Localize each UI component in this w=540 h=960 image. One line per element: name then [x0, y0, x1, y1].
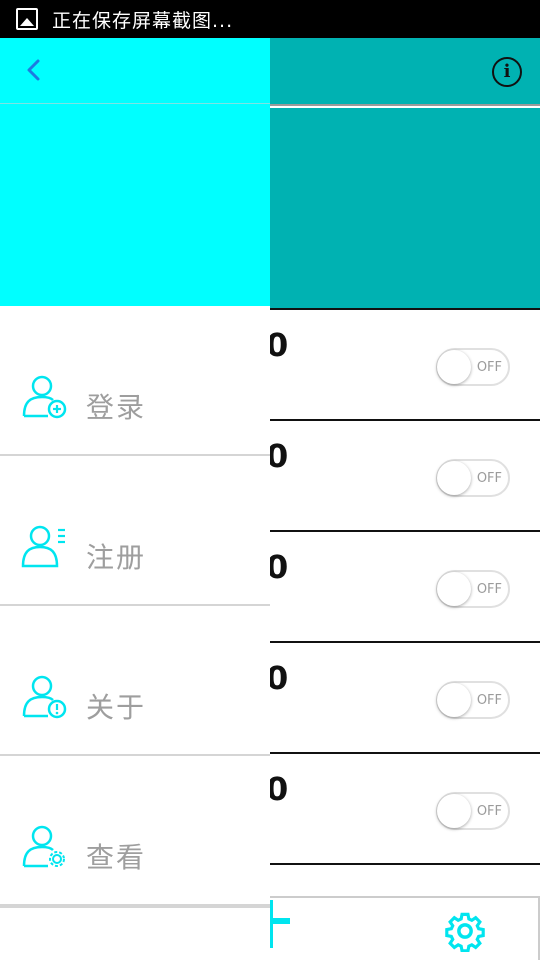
back-arrow-icon[interactable]	[22, 58, 46, 82]
menu-item-label: 注册	[86, 541, 147, 574]
status-notification: 正在保存屏幕截图...	[52, 9, 234, 32]
toggle-label: OFF	[476, 360, 502, 375]
toggle-label: OFF	[476, 804, 502, 819]
toggle-switch[interactable]: OFF	[436, 792, 510, 830]
drawer-menu: 登录 注册 关于 查看	[0, 306, 270, 906]
toggle-switch[interactable]: OFF	[436, 570, 510, 608]
toggle-knob	[437, 572, 471, 606]
menu-item-label: 登录	[86, 391, 147, 424]
toggle-knob	[437, 350, 471, 384]
toggle-knob	[437, 794, 471, 828]
drawer-header	[0, 38, 270, 306]
menu-item-label: 关于	[86, 691, 147, 724]
gear-icon[interactable]	[444, 910, 486, 952]
user-info-icon	[22, 675, 67, 719]
navigation-drawer: 登录 注册 关于 查看	[0, 38, 270, 960]
header-divider	[0, 103, 270, 104]
screen: 正在保存屏幕截图... i 0 OFF 0 OFF 0 OFF 0 OFF 0 …	[0, 0, 540, 960]
toggle-label: OFF	[476, 693, 502, 708]
add-icon-bar	[268, 918, 290, 924]
user-settings-icon	[22, 825, 65, 868]
menu-item-label: 查看	[86, 841, 147, 874]
toggle-label: OFF	[476, 582, 502, 597]
user-list-icon	[21, 525, 65, 568]
info-icon[interactable]: i	[492, 57, 522, 87]
menu-item-login[interactable]: 登录	[0, 306, 270, 456]
toggle-label: OFF	[476, 471, 502, 486]
menu-item-about[interactable]: 关于	[0, 606, 270, 756]
toggle-switch[interactable]: OFF	[436, 459, 510, 497]
toggle-switch[interactable]: OFF	[436, 681, 510, 719]
toggle-switch[interactable]: OFF	[436, 348, 510, 386]
image-icon	[16, 8, 38, 30]
toggle-knob	[437, 683, 471, 717]
menu-item-register[interactable]: 注册	[0, 456, 270, 606]
toggle-knob	[437, 461, 471, 495]
menu-item-view[interactable]: 查看	[0, 756, 270, 906]
user-add-icon	[22, 375, 67, 419]
drawer-footer	[0, 906, 270, 960]
status-bar: 正在保存屏幕截图...	[0, 0, 540, 38]
